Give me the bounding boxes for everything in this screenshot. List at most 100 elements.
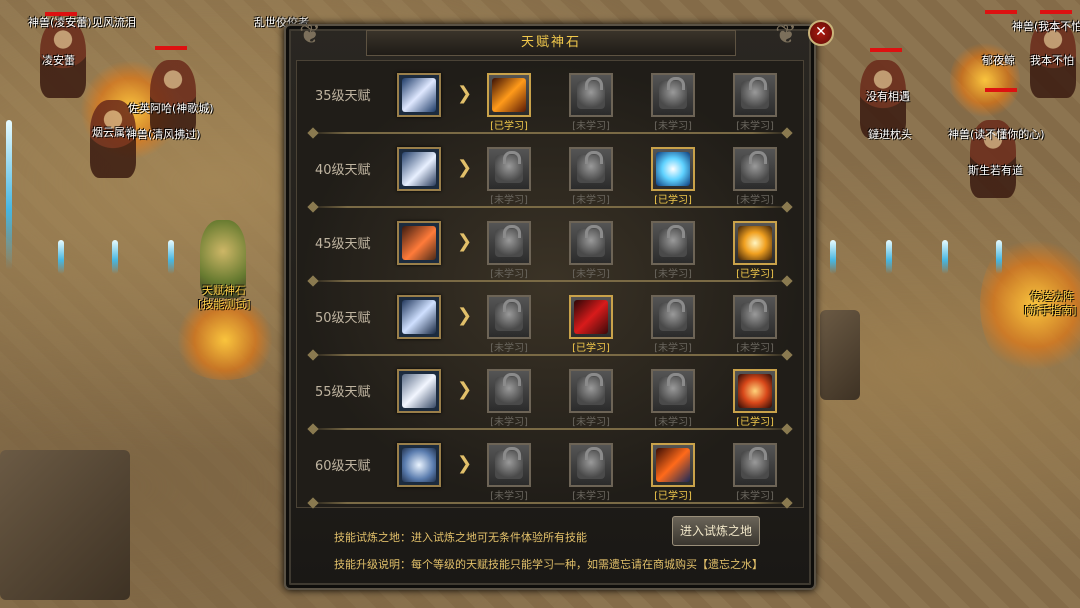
talent-status: [已学习] (654, 195, 692, 206)
talent-slot[interactable] (733, 73, 777, 117)
crystal-pillar (886, 240, 892, 274)
talent-status: [已学习] (572, 343, 610, 354)
player-name: 神兽(我本不怕) (1012, 20, 1080, 33)
talent-slot[interactable] (651, 221, 695, 265)
close-button[interactable]: ✕ (808, 20, 834, 46)
player-name: 我本不怕 (1030, 54, 1074, 67)
talent-status: [未学习] (490, 269, 528, 280)
talent-status: [未学习] (736, 121, 774, 132)
player-name: 没有相遇 (866, 90, 910, 103)
dragon-ornament-left: ❦ (299, 20, 321, 50)
lock-icon (659, 299, 687, 331)
window-title: 天赋神石 (520, 35, 581, 50)
player-name: 凌安蕾 (42, 54, 75, 67)
talent-slot[interactable] (569, 147, 613, 191)
whirl-skill-icon[interactable] (397, 443, 441, 487)
talent-slot[interactable] (733, 147, 777, 191)
arrow-right-icon: ❯ (457, 453, 473, 474)
lock-icon (577, 151, 605, 183)
health-bar (1040, 10, 1072, 14)
talent-status: [已学习] (654, 491, 692, 502)
talent-slot[interactable] (487, 221, 531, 265)
lock-icon (659, 77, 687, 109)
talent-status: [未学习] (572, 195, 610, 206)
player-name: 神兽(读不懂你的心) (948, 128, 1045, 141)
lightning-icon (656, 152, 690, 186)
talent-level-label: 35级天赋 (315, 89, 371, 104)
portal-effect (170, 300, 280, 380)
player-name: 见风流泪 (92, 16, 136, 29)
talent-list: 35级天赋 ❯ [已学习] [未学习] [未学习] [未学习] 40级天赋 ❯ [未学习] [未学… (296, 60, 804, 509)
skill-art (402, 226, 436, 260)
talent-status: [未学习] (654, 269, 692, 280)
skill-art (402, 374, 436, 408)
upgrade-info-text: 技能升级说明：每个等级的天赋技能只能学习一种，如需遗忘请在商城购买【遗忘之水】 (334, 558, 763, 571)
lock-icon (577, 447, 605, 479)
talent-slot[interactable] (733, 443, 777, 487)
talent-slot[interactable] (569, 443, 613, 487)
talent-slot[interactable] (487, 369, 531, 413)
lock-icon (741, 151, 769, 183)
talent-slot[interactable] (733, 221, 777, 265)
talent-slot[interactable] (651, 443, 695, 487)
talent-status: [未学习] (736, 195, 774, 206)
runner-skill-icon[interactable] (397, 369, 441, 413)
health-bar (870, 48, 902, 52)
health-bar (985, 10, 1017, 14)
wind-skill-icon[interactable] (397, 147, 441, 191)
talent-slot[interactable] (651, 369, 695, 413)
talent-level-label: 40级天赋 (315, 163, 371, 178)
talent-row: 60级天赋 ❯ [未学习] [未学习] [已学习] [未学习] (297, 431, 803, 509)
talent-slot[interactable] (733, 369, 777, 413)
talent-slot[interactable] (651, 73, 695, 117)
lock-icon (495, 373, 523, 405)
talent-slot[interactable] (569, 369, 613, 413)
talent-slot[interactable] (651, 295, 695, 339)
lock-icon (741, 299, 769, 331)
enter-trial-button[interactable]: 进入试炼之地 (672, 516, 760, 546)
talent-slot[interactable] (487, 295, 531, 339)
talent-status: [已学习] (490, 121, 528, 132)
talent-slot[interactable] (569, 295, 613, 339)
talent-slot[interactable] (733, 295, 777, 339)
lock-icon (495, 447, 523, 479)
talent-row: 45级天赋 ❯ [未学习] [未学习] [未学习] [已学习] (297, 209, 803, 287)
lock-icon (577, 373, 605, 405)
lock-icon (659, 373, 687, 405)
talent-status: [未学习] (654, 121, 692, 132)
flame-wave-icon (656, 448, 690, 482)
talent-slot[interactable] (651, 147, 695, 191)
talent-slot[interactable] (487, 443, 531, 487)
talent-slot[interactable] (487, 73, 531, 117)
row-divider (307, 201, 793, 213)
crystal-pillar (58, 240, 64, 274)
arrow-right-icon: ❯ (457, 83, 473, 104)
talent-level-label: 60级天赋 (315, 459, 371, 474)
slash-skill-icon[interactable] (397, 73, 441, 117)
player-name: 神兽(凌安蕾) (28, 16, 92, 29)
blood-strike-icon (574, 300, 608, 334)
talent-status: [未学习] (654, 417, 692, 428)
crystal-pillar (996, 240, 1002, 274)
talent-slot[interactable] (569, 221, 613, 265)
skill-art (402, 78, 436, 112)
talent-slot[interactable] (569, 73, 613, 117)
arrow-right-icon: ❯ (457, 231, 473, 252)
talent-slot[interactable] (487, 147, 531, 191)
talent-status: [已学习] (736, 269, 774, 280)
talent-status: [未学习] (572, 269, 610, 280)
talent-row: 40级天赋 ❯ [未学习] [未学习] [已学习] [未学习] (297, 135, 803, 213)
dash-skill-icon[interactable] (397, 295, 441, 339)
player-name: 佐英阿哈(神歌城) (128, 102, 214, 115)
window-title-bar[interactable]: 天赋神石 (366, 30, 736, 56)
trial-info-text: 技能试炼之地：进入试炼之地可无条件体验所有技能 (334, 531, 587, 544)
row-divider (307, 497, 793, 509)
talent-status: [未学习] (572, 417, 610, 428)
player-name: 鐽进枕头 (868, 128, 912, 141)
lock-icon (741, 77, 769, 109)
flame-slash-icon[interactable] (397, 221, 441, 265)
talent-row: 50级天赋 ❯ [未学习] [已学习] [未学习] [未学习] (297, 283, 803, 361)
lock-icon (495, 299, 523, 331)
crystal-pillar (6, 120, 12, 270)
row-divider (307, 275, 793, 287)
